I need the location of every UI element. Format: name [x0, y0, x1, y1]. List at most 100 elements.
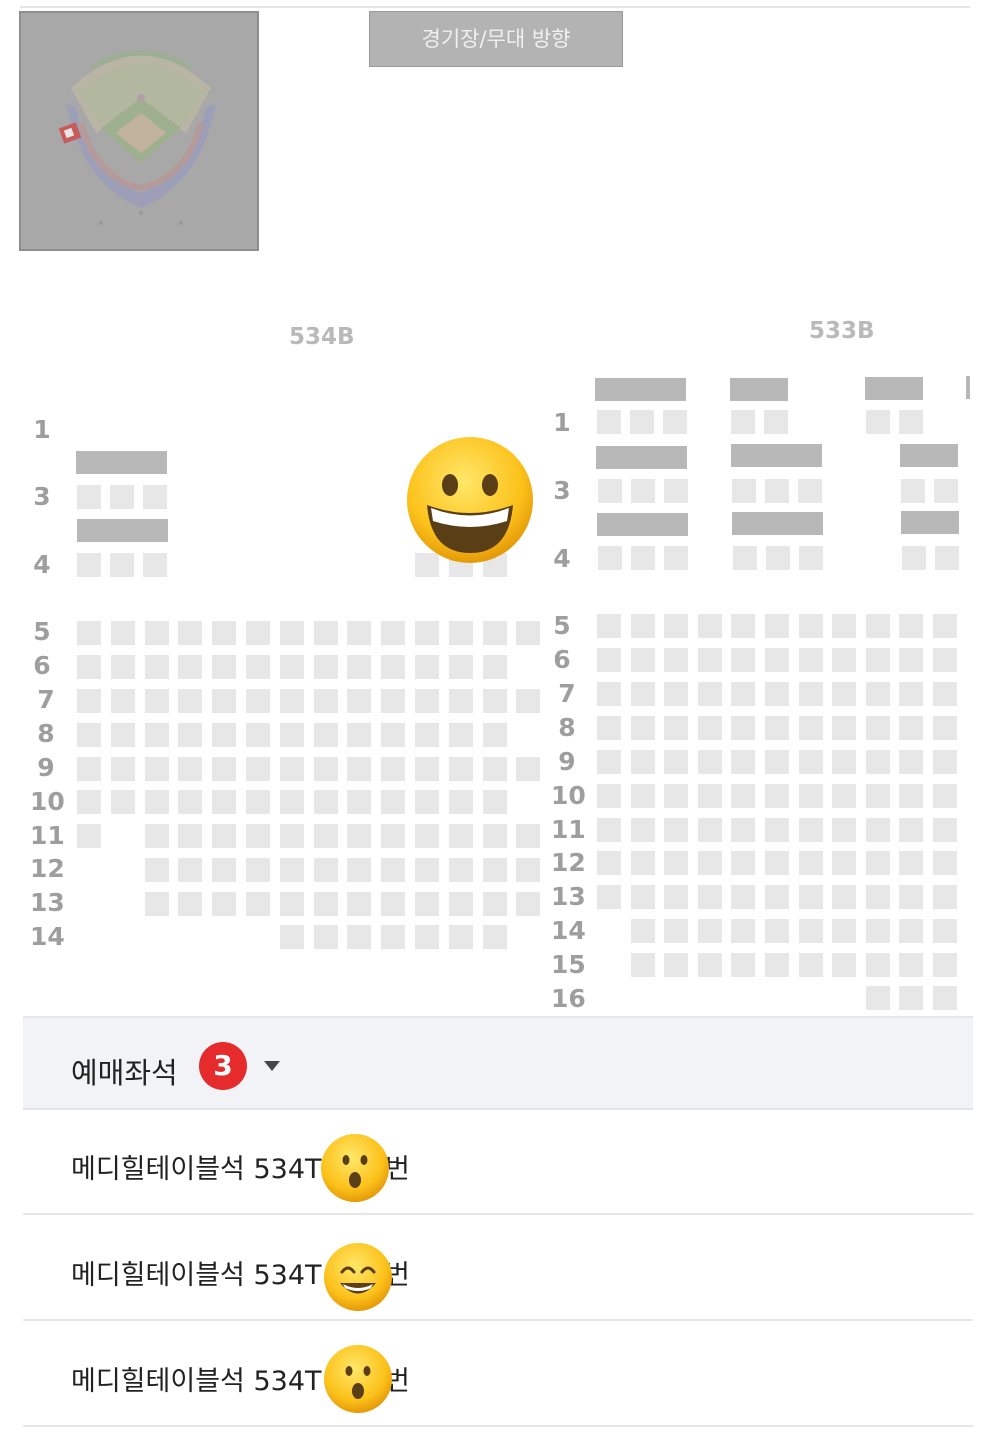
seat[interactable]	[77, 621, 101, 645]
seat[interactable]	[415, 655, 439, 679]
seat[interactable]	[799, 750, 823, 774]
seat[interactable]	[765, 750, 789, 774]
seat[interactable]	[597, 818, 621, 842]
seat[interactable]	[280, 757, 304, 781]
seat[interactable]	[449, 858, 473, 882]
seat[interactable]	[832, 784, 856, 808]
seat[interactable]	[110, 485, 134, 509]
seat[interactable]	[799, 818, 823, 842]
seat[interactable]	[381, 757, 405, 781]
seat[interactable]	[799, 546, 823, 570]
seat[interactable]	[145, 858, 169, 882]
seat[interactable]	[483, 824, 507, 848]
seat[interactable]	[698, 885, 722, 909]
seat[interactable]	[145, 892, 169, 916]
seat[interactable]	[77, 655, 101, 679]
seat[interactable]	[901, 479, 925, 503]
seat[interactable]	[731, 851, 755, 875]
seat[interactable]	[698, 784, 722, 808]
seat[interactable]	[866, 885, 890, 909]
seat[interactable]	[280, 621, 304, 645]
seat[interactable]	[77, 689, 101, 713]
seat[interactable]	[731, 716, 755, 740]
seat[interactable]	[832, 851, 856, 875]
seat[interactable]	[449, 824, 473, 848]
seat[interactable]	[246, 790, 270, 814]
seat[interactable]	[899, 682, 923, 706]
seat[interactable]	[731, 885, 755, 909]
seat[interactable]	[866, 750, 890, 774]
seat[interactable]	[766, 546, 790, 570]
seat[interactable]	[246, 858, 270, 882]
seat[interactable]	[143, 553, 167, 577]
seat[interactable]	[449, 790, 473, 814]
seat[interactable]	[732, 479, 756, 503]
seat[interactable]	[799, 648, 823, 672]
seat[interactable]	[449, 621, 473, 645]
seat[interactable]	[933, 716, 957, 740]
seat[interactable]	[178, 858, 202, 882]
seat[interactable]	[77, 723, 101, 747]
seat[interactable]	[597, 648, 621, 672]
seat[interactable]	[246, 892, 270, 916]
seat[interactable]	[832, 648, 856, 672]
seat[interactable]	[866, 682, 890, 706]
seat[interactable]	[631, 716, 655, 740]
seat[interactable]	[178, 757, 202, 781]
seat[interactable]	[449, 655, 473, 679]
seat[interactable]	[415, 824, 439, 848]
seat[interactable]	[314, 892, 338, 916]
seat[interactable]	[698, 614, 722, 638]
seat[interactable]	[933, 953, 957, 977]
seat[interactable]	[664, 818, 688, 842]
seat[interactable]	[933, 818, 957, 842]
seat[interactable]	[145, 757, 169, 781]
seat[interactable]	[899, 919, 923, 943]
seat[interactable]	[314, 790, 338, 814]
seat[interactable]	[832, 750, 856, 774]
seat[interactable]	[246, 723, 270, 747]
seat[interactable]	[280, 723, 304, 747]
seat[interactable]	[698, 953, 722, 977]
seat[interactable]	[933, 851, 957, 875]
seat[interactable]	[731, 953, 755, 977]
seat[interactable]	[280, 824, 304, 848]
seat[interactable]	[731, 919, 755, 943]
seat[interactable]	[933, 682, 957, 706]
seat[interactable]	[483, 757, 507, 781]
seat[interactable]	[899, 410, 923, 434]
seat[interactable]	[832, 682, 856, 706]
seat[interactable]	[246, 621, 270, 645]
seat[interactable]	[280, 790, 304, 814]
seat[interactable]	[899, 750, 923, 774]
seat[interactable]	[246, 689, 270, 713]
seat[interactable]	[145, 790, 169, 814]
seat[interactable]	[631, 750, 655, 774]
seat[interactable]	[77, 790, 101, 814]
seat[interactable]	[664, 682, 688, 706]
seat[interactable]	[799, 919, 823, 943]
seat[interactable]	[449, 723, 473, 747]
seat[interactable]	[111, 757, 135, 781]
seat[interactable]	[866, 919, 890, 943]
seat[interactable]	[347, 925, 371, 949]
seat[interactable]	[516, 892, 540, 916]
seat[interactable]	[899, 648, 923, 672]
seat[interactable]	[765, 479, 789, 503]
seat[interactable]	[798, 479, 822, 503]
seat[interactable]	[664, 648, 688, 672]
seat[interactable]	[765, 851, 789, 875]
seat[interactable]	[77, 757, 101, 781]
seat[interactable]	[449, 757, 473, 781]
seat[interactable]	[832, 716, 856, 740]
seat[interactable]	[381, 925, 405, 949]
seat[interactable]	[178, 723, 202, 747]
seat[interactable]	[110, 553, 134, 577]
seat[interactable]	[516, 824, 540, 848]
seat[interactable]	[415, 757, 439, 781]
seat[interactable]	[483, 655, 507, 679]
seat[interactable]	[415, 858, 439, 882]
seat[interactable]	[799, 885, 823, 909]
seat[interactable]	[630, 410, 654, 434]
seat[interactable]	[347, 824, 371, 848]
